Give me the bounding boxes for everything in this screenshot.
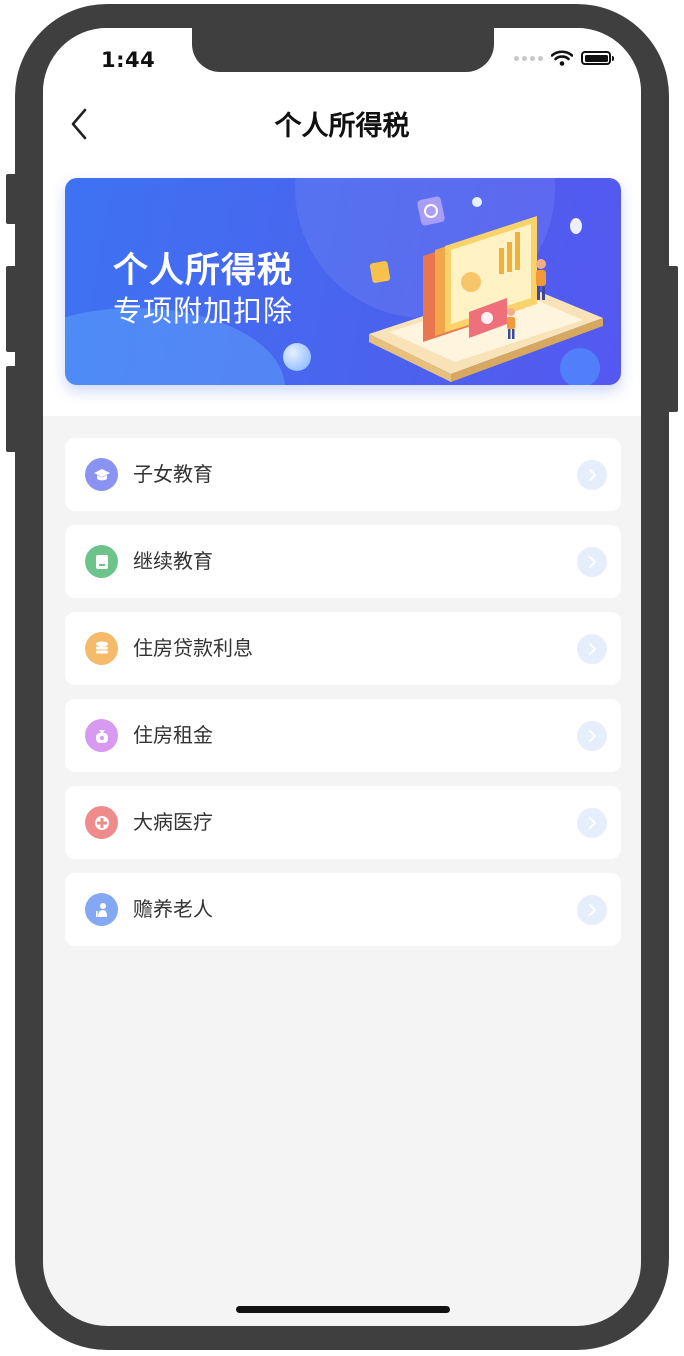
list-item-label: 大病医疗: [133, 810, 213, 834]
money-bag-icon: [85, 719, 118, 752]
list-item-label: 赡养老人: [133, 897, 213, 921]
chevron-right-icon: [577, 721, 607, 751]
page-title: 个人所得税: [274, 111, 410, 142]
screen: 1:44 个人所得税 个人所得税 专项附加扣除 子女教育 继续教育 住房贷款利息…: [43, 28, 641, 1326]
graduation-cap-icon: [85, 458, 118, 491]
chevron-right-icon: [577, 634, 607, 664]
list-item-children-education[interactable]: 子女教育: [65, 438, 621, 511]
list-item-continuing-education[interactable]: 继续教育: [65, 525, 621, 598]
status-icons: [514, 50, 614, 66]
wifi-icon: [551, 50, 573, 66]
chevron-right-icon: [577, 547, 607, 577]
chevron-right-icon: [577, 808, 607, 838]
mute-switch: [6, 174, 18, 224]
header-area: 1:44 个人所得税 个人所得税 专项附加扣除: [43, 28, 641, 416]
elderly-person-icon: [85, 893, 118, 926]
list-item-elderly-support[interactable]: 赡养老人: [65, 873, 621, 946]
notch: [192, 28, 494, 72]
chevron-right-icon: [577, 460, 607, 490]
banner-subtitle: 专项附加扣除: [113, 294, 294, 328]
banner-title: 个人所得税: [113, 251, 294, 291]
list-item-label: 继续教育: [133, 549, 213, 573]
list-item-housing-rent[interactable]: 住房租金: [65, 699, 621, 772]
list-item-label: 住房租金: [133, 723, 213, 747]
volume-down-button: [6, 366, 18, 452]
list-item-label: 住房贷款利息: [133, 636, 253, 660]
list-item-label: 子女教育: [133, 462, 213, 486]
tax-illustration-icon: [369, 196, 603, 382]
promo-banner[interactable]: 个人所得税 专项附加扣除: [65, 178, 621, 385]
battery-icon: [581, 51, 614, 65]
chevron-right-icon: [577, 895, 607, 925]
medical-cross-icon: [85, 806, 118, 839]
coins-icon: [85, 632, 118, 665]
volume-up-button: [6, 266, 18, 352]
power-button: [666, 266, 678, 412]
list-item-housing-loan-interest[interactable]: 住房贷款利息: [65, 612, 621, 685]
status-time: 1:44: [101, 48, 156, 72]
deduction-list: 子女教育 继续教育 住房贷款利息 住房租金 大病医疗 赡养老人: [65, 438, 621, 960]
book-icon: [85, 545, 118, 578]
list-item-serious-illness[interactable]: 大病医疗: [65, 786, 621, 859]
home-indicator[interactable]: [236, 1306, 450, 1313]
cellular-signal-icon: [514, 55, 543, 61]
